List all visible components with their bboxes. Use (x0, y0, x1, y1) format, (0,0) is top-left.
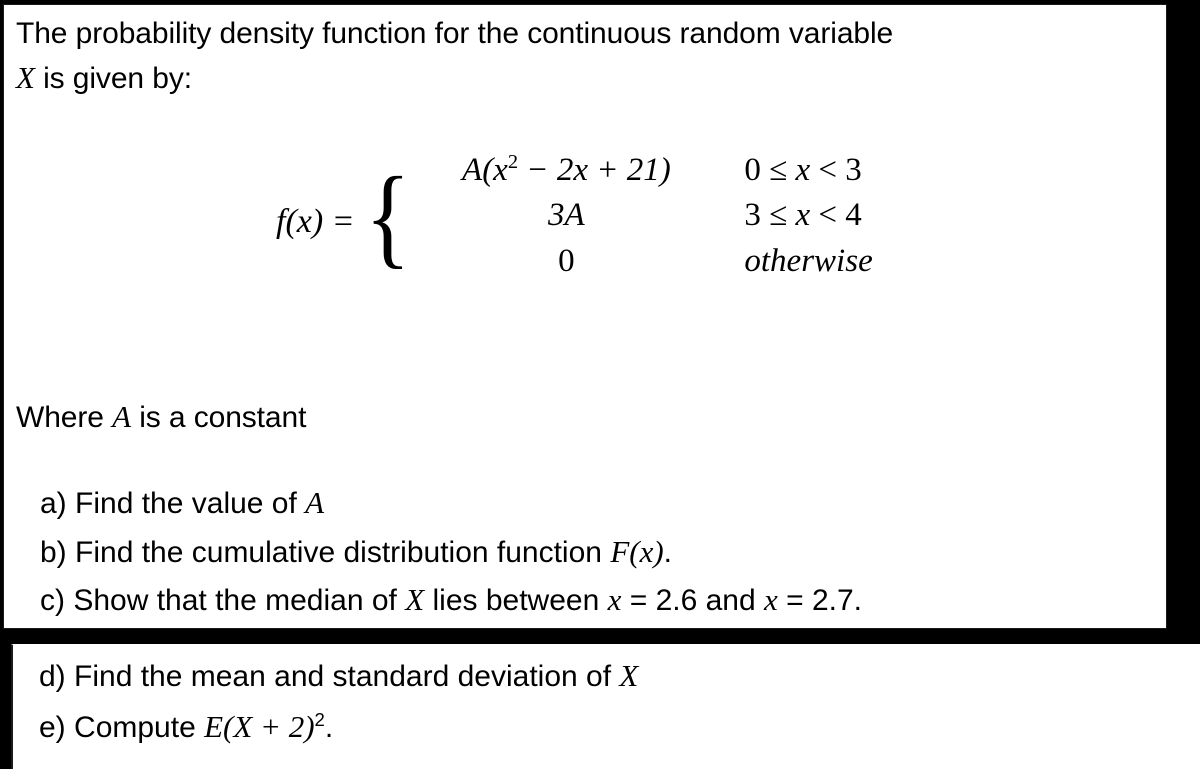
where-suffix: is a constant (130, 401, 307, 434)
formula-case-row: 3A 3 ≤ x < 4 (416, 197, 974, 243)
where-prefix: Where (16, 401, 113, 434)
intro-line-2-rest: is given by: (34, 61, 192, 95)
intro-paragraph: The probability density function for the… (16, 13, 1156, 100)
question-text: Find the value of (66, 487, 306, 520)
formula-function-label: f(x) = (276, 203, 355, 240)
question-text-after: . (663, 535, 672, 569)
cond-high: 4 (845, 197, 862, 233)
cond-low: 3 (744, 197, 761, 233)
question-eq-2: = 2.7. (777, 584, 862, 617)
formula-case-condition: otherwise (716, 243, 974, 280)
question-symbol: E(X + 2) (204, 708, 315, 744)
question-text: Compute (65, 710, 205, 744)
question-text: Find the mean and standard deviation of (65, 660, 620, 693)
question-text: Show that the median of (65, 584, 406, 617)
paper-sheet-top: The probability density function for the… (3, 4, 1167, 629)
question-list-bottom: d) Find the mean and standard deviation … (39, 651, 638, 752)
question-text-mid: lies between (424, 584, 608, 617)
question-eq-1: = 2.6 and (621, 584, 764, 617)
list-item: a) Find the value of A (40, 479, 862, 528)
list-item: c) Show that the median of X lies betwee… (40, 576, 862, 625)
question-symbol: X (405, 582, 425, 617)
question-symbol-2: x (607, 582, 622, 617)
list-item: d) Find the mean and standard deviation … (39, 651, 638, 702)
formula-case-expression: 3A (416, 197, 716, 234)
intro-line-2: X is given by: (16, 56, 1156, 101)
formula-case-condition: 0 ≤ x < 3 (716, 152, 974, 189)
cond-low: 0 (744, 152, 761, 188)
cond-otherwise: otherwise (744, 243, 873, 279)
cond-rel-2: < (818, 197, 838, 233)
formula-case-row: A(x2 − 2x + 21) 0 ≤ x < 3 (416, 151, 974, 197)
question-symbol-3: x (764, 582, 778, 617)
question-superscript: 2 (314, 708, 325, 730)
question-marker: a) (40, 487, 67, 520)
question-marker: c) (40, 584, 65, 617)
expr-tail: − 2x + 21) (518, 152, 671, 188)
question-symbol: F(x) (610, 533, 664, 569)
question-text-after: . (324, 710, 334, 744)
screenshot-panel-bottom: d) Find the mean and standard deviation … (0, 637, 1200, 769)
question-symbol: A (305, 485, 325, 520)
cond-rel-1: ≤ (769, 152, 788, 188)
expr-superscript: 2 (507, 151, 519, 173)
question-list-top: a) Find the value of A b) Find the cumul… (40, 479, 862, 625)
formula-case-expression: A(x2 − 2x + 21) (416, 151, 716, 189)
cond-high: 3 (845, 152, 862, 188)
cond-rel-2: < (818, 152, 838, 188)
question-marker: d) (39, 660, 66, 693)
list-item: b) Find the cumulative distribution func… (40, 528, 862, 577)
question-marker: e) (39, 710, 66, 744)
list-item: e) Compute E(X + 2)2. (39, 702, 638, 753)
expr-head: 3A (548, 197, 585, 233)
where-note: Where A is a constant (16, 395, 306, 440)
screenshot-panel-top: The probability density function for the… (0, 0, 1176, 632)
formula-cases: A(x2 − 2x + 21) 0 ≤ x < 3 3A 3 ≤ x < 4 0… (416, 151, 974, 289)
question-text: Find the cumulative distribution functio… (66, 535, 611, 569)
formula-left-brace: { (364, 155, 411, 280)
expr-head: A(x (462, 152, 508, 188)
paper-sheet-bottom: d) Find the mean and standard deviation … (11, 644, 1200, 769)
formula-case-expression: 0 (416, 243, 716, 280)
document-page: The probability density function for the… (0, 0, 1200, 769)
formula-case-row: 0 otherwise (416, 243, 974, 289)
question-symbol: X (619, 658, 639, 693)
cond-var: x (795, 152, 811, 188)
where-variable-a: A (112, 399, 131, 434)
intro-line-1: The probability density function for the… (16, 17, 894, 50)
expr-head: 0 (558, 243, 575, 279)
intro-variable-x: X (16, 59, 35, 95)
question-marker: b) (40, 535, 67, 569)
cond-var: x (795, 197, 811, 233)
cond-rel-1: ≤ (769, 197, 788, 233)
formula-case-condition: 3 ≤ x < 4 (716, 197, 974, 234)
piecewise-formula: f(x) = { A(x2 − 2x + 21) 0 ≤ x < 3 3A 3 … (276, 151, 974, 289)
